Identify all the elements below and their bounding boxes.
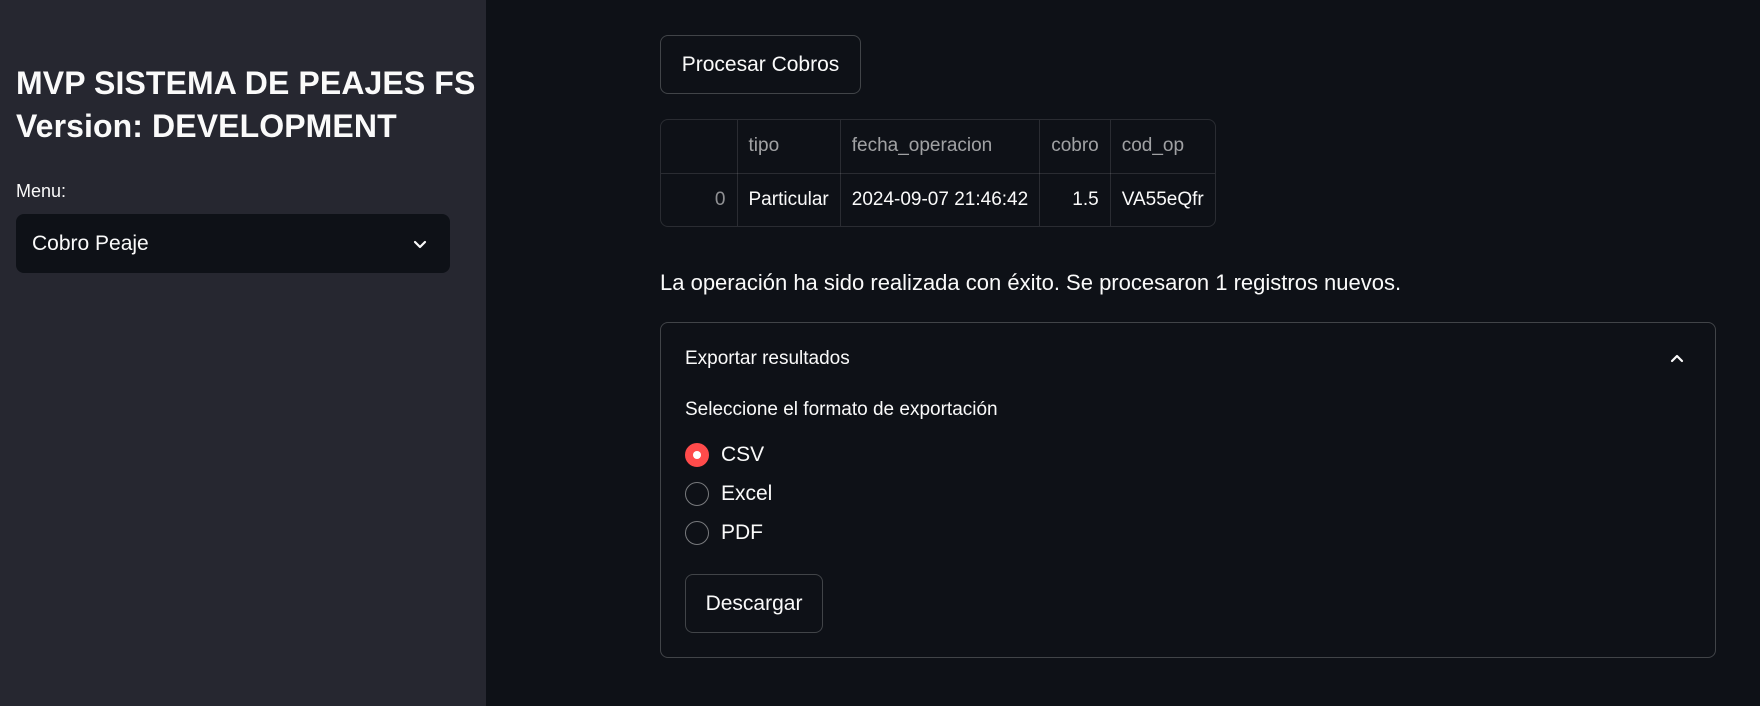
results-dataframe[interactable]: tipo fecha_operacion cobro cod_op 0 Part… xyxy=(660,119,1216,227)
column-header-cobro[interactable]: cobro xyxy=(1039,120,1111,174)
sidebar: MVP SISTEMA DE PEAJES FS Version: DEVELO… xyxy=(0,0,486,706)
download-button[interactable]: Descargar xyxy=(685,574,823,633)
radio-unchecked-icon[interactable] xyxy=(685,481,709,506)
process-payments-button[interactable]: Procesar Cobros xyxy=(660,35,861,94)
export-expander-header[interactable]: Exportar resultados xyxy=(661,323,1715,395)
radio-checked-icon[interactable] xyxy=(685,442,709,467)
radio-option-excel[interactable]: Excel xyxy=(685,474,1691,513)
column-header-cod-op[interactable]: cod_op xyxy=(1110,120,1215,174)
radio-option-csv[interactable]: CSV xyxy=(685,435,1691,474)
cell-fecha-operacion[interactable]: 2024-09-07 21:46:42 xyxy=(840,173,1041,226)
radio-option-label: PDF xyxy=(721,520,763,544)
chevron-down-icon xyxy=(413,240,427,248)
menu-select-value: Cobro Peaje xyxy=(32,231,149,255)
cell-index[interactable]: 0 xyxy=(661,173,738,226)
cell-cod-op[interactable]: VA55eQfr xyxy=(1110,173,1215,226)
app-title-line1: MVP SISTEMA DE PEAJES FS xyxy=(16,65,476,101)
table-row: 0 Particular 2024-09-07 21:46:42 1.5 VA5… xyxy=(661,173,1215,226)
main-content: Procesar Cobros tipo fecha_operacion cob… xyxy=(486,0,1760,706)
export-expander-body: Seleccione el formato de exportación CSV… xyxy=(661,399,1715,633)
main-block: Procesar Cobros tipo fecha_operacion cob… xyxy=(660,35,1716,658)
radio-option-label: CSV xyxy=(721,442,765,466)
column-header-index[interactable] xyxy=(661,120,738,174)
success-message: La operación ha sido realizada con éxito… xyxy=(660,270,1402,295)
column-header-tipo[interactable]: tipo xyxy=(737,120,841,174)
radio-option-pdf[interactable]: PDF xyxy=(685,513,1691,552)
column-header-fecha-operacion[interactable]: fecha_operacion xyxy=(840,120,1041,174)
export-expander-title: Exportar resultados xyxy=(685,348,850,369)
cell-tipo[interactable]: Particular xyxy=(737,173,841,226)
radio-option-label: Excel xyxy=(721,481,773,505)
chevron-up-icon xyxy=(1670,354,1684,363)
export-format-label: Seleccione el formato de exportación xyxy=(685,399,998,420)
export-format-radio-group: CSV Excel PDF xyxy=(685,435,1691,552)
menu-select[interactable]: Cobro Peaje xyxy=(16,214,450,273)
export-expander: Exportar resultados Seleccione el format… xyxy=(660,322,1716,658)
table-header-row: tipo fecha_operacion cobro cod_op xyxy=(661,120,1215,174)
app-version-line: Version: DEVELOPMENT xyxy=(16,108,397,144)
app-root: MVP SISTEMA DE PEAJES FS Version: DEVELO… xyxy=(0,0,1760,706)
app-title: MVP SISTEMA DE PEAJES FS Version: DEVELO… xyxy=(16,62,476,148)
menu-label: Menu: xyxy=(16,181,67,201)
results-table: tipo fecha_operacion cobro cod_op 0 Part… xyxy=(661,120,1215,226)
cell-cobro[interactable]: 1.5 xyxy=(1039,173,1111,226)
radio-unchecked-icon[interactable] xyxy=(685,520,709,545)
